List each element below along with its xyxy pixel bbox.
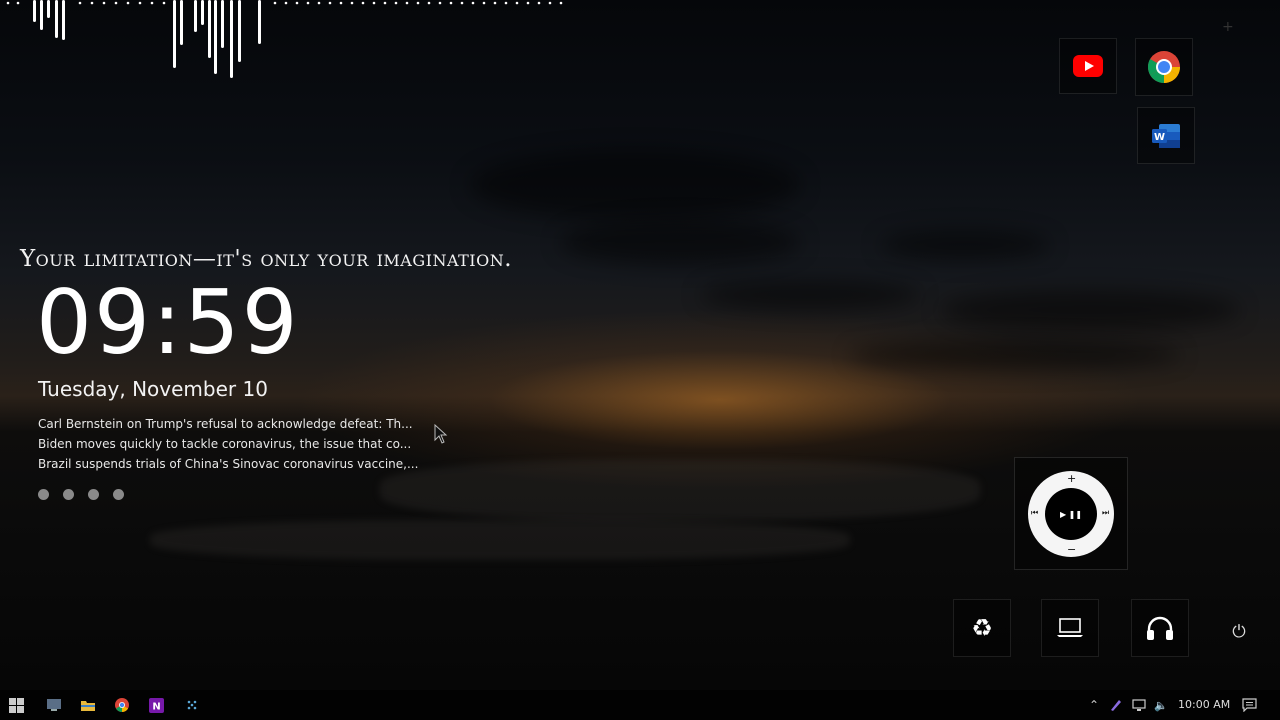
news-item[interactable]: Biden moves quickly to tackle coronaviru…: [38, 437, 411, 451]
word-icon: W: [1152, 123, 1180, 148]
click-wheel[interactable]: + − ⏮ ⏭ ▶ ❚❚: [1028, 471, 1114, 557]
add-widget-icon[interactable]: +: [1222, 20, 1236, 34]
youtube-shortcut[interactable]: [1059, 38, 1117, 94]
power-icon: ⏻: [1232, 622, 1246, 642]
clock-date: Tuesday, November 10: [38, 377, 268, 401]
audio-visualizer: [6, 0, 563, 78]
taskbar-app[interactable]: [114, 697, 130, 713]
windows-logo-icon: [8, 697, 24, 713]
page-dot[interactable]: [38, 489, 49, 500]
cloud-shape: [470, 150, 800, 220]
file-explorer-icon: [81, 701, 95, 711]
desktop-app-icon: [47, 699, 61, 711]
water-reflection: [380, 460, 980, 520]
volume-up-button[interactable]: +: [1067, 472, 1076, 485]
computer-icon: [1057, 618, 1083, 637]
widget-app-icon: [187, 700, 197, 710]
start-button[interactable]: [8, 697, 24, 713]
taskbar-clock[interactable]: 10:00 AM: [1178, 698, 1230, 711]
network-icon[interactable]: [1131, 697, 1147, 713]
play-pause-icon: ▶ ❚❚: [1059, 509, 1083, 519]
water-reflection: [150, 520, 850, 560]
recycle-bin-tile[interactable]: ♻: [953, 599, 1011, 657]
next-track-button[interactable]: ⏭: [1102, 508, 1109, 518]
clock-time: 09:59: [36, 271, 300, 374]
pen-icon[interactable]: [1108, 697, 1124, 713]
word-letter: W: [1154, 132, 1165, 143]
music-player: + − ⏮ ⏭ ▶ ❚❚: [1014, 457, 1128, 570]
chrome-icon: [115, 698, 129, 712]
svg-text:N: N: [152, 701, 160, 712]
recycle-bin-icon: ♻: [971, 614, 993, 642]
page-dot[interactable]: [88, 489, 99, 500]
page-dot[interactable]: [113, 489, 124, 500]
taskbar-app[interactable]: [80, 697, 96, 713]
cloud-shape: [850, 340, 1180, 370]
this-pc-tile[interactable]: [1041, 599, 1099, 657]
chrome-icon: [1147, 51, 1181, 84]
onenote-icon: N: [148, 697, 164, 713]
taskbar-app[interactable]: N: [148, 697, 164, 713]
cloud-shape: [940, 290, 1240, 330]
headphones-icon: [1147, 616, 1173, 640]
cloud-shape: [560, 220, 800, 265]
power-button[interactable]: ⏻: [1229, 622, 1249, 644]
news-item[interactable]: Carl Bernstein on Trump's refusal to ack…: [38, 417, 413, 431]
previous-track-button[interactable]: ⏮: [1031, 508, 1038, 518]
taskbar-app[interactable]: [46, 697, 62, 713]
cloud-shape: [700, 280, 920, 310]
news-pagination: [38, 489, 124, 500]
play-pause-button[interactable]: ▶ ❚❚: [1045, 488, 1097, 540]
cloud-shape: [880, 230, 1050, 260]
chrome-shortcut[interactable]: [1135, 38, 1193, 96]
music-tile[interactable]: [1131, 599, 1189, 657]
action-center-icon[interactable]: [1241, 697, 1257, 713]
mouse-cursor: [434, 424, 448, 444]
youtube-icon: [1073, 55, 1103, 77]
volume-down-button[interactable]: −: [1067, 543, 1076, 556]
volume-icon[interactable]: 🔈: [1153, 697, 1169, 713]
news-item[interactable]: Brazil suspends trials of China's Sinova…: [38, 457, 418, 471]
word-shortcut[interactable]: W: [1137, 107, 1195, 164]
page-dot[interactable]: [63, 489, 74, 500]
taskbar-app[interactable]: [184, 697, 200, 713]
show-hidden-icons-button[interactable]: ⌃: [1086, 697, 1102, 713]
